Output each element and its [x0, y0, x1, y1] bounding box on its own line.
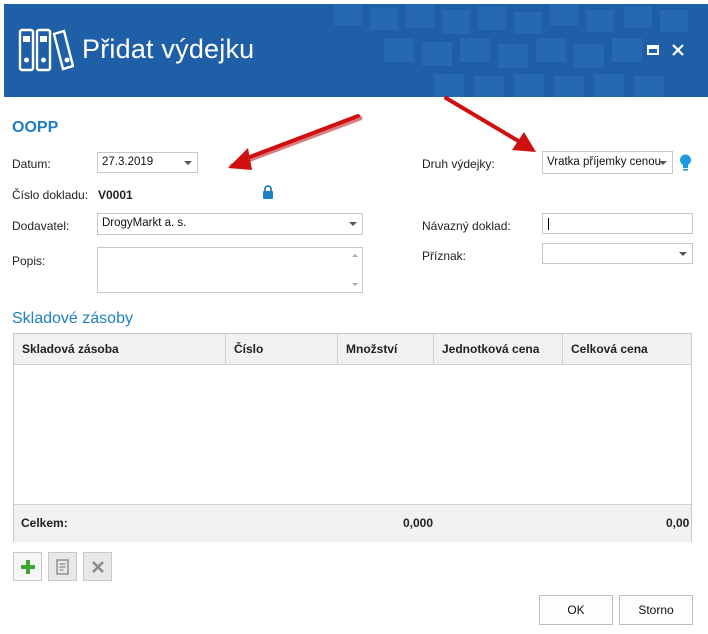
grid-body	[14, 364, 691, 504]
ok-button[interactable]: OK	[539, 595, 613, 625]
cislo-dokladu-value: V0001	[98, 188, 133, 202]
druh-vydejky-value: Vratka příjemky cenou	[547, 156, 661, 168]
delete-item-button[interactable]	[83, 552, 112, 581]
section-title: OOPP	[12, 119, 59, 136]
lock-icon	[263, 185, 273, 199]
lightbulb-icon[interactable]	[679, 154, 692, 172]
popis-textarea[interactable]	[97, 247, 363, 293]
close-icon[interactable]	[670, 42, 686, 58]
cancel-button[interactable]: Storno	[619, 595, 693, 625]
window-header: Přidat výdejku	[4, 4, 708, 97]
datum-field[interactable]: 27.3.2019	[97, 152, 198, 173]
window-title: Přidat výdejku	[82, 34, 255, 64]
delete-icon	[92, 561, 104, 573]
column-header-jednotkova-cena[interactable]: Jednotková cena	[434, 334, 563, 364]
navazny-doklad-input[interactable]	[542, 213, 693, 234]
total-label: Celkem:	[21, 516, 68, 530]
chevron-down-icon[interactable]	[349, 222, 357, 226]
chevron-down-icon[interactable]	[659, 161, 667, 165]
stock-section-title: Skladové zásoby	[12, 310, 133, 327]
stock-grid: Skladová zásoba Číslo Množství Jednotkov…	[13, 333, 692, 542]
navazny-doklad-label: Návazný doklad:	[422, 219, 511, 233]
price-total: 0,00	[666, 516, 690, 530]
maximize-icon[interactable]	[645, 42, 661, 58]
dodavatel-label: Dodavatel:	[12, 219, 70, 233]
add-item-button[interactable]	[13, 552, 42, 581]
chevron-down-icon[interactable]	[184, 161, 192, 165]
grid-header: Skladová zásoba Číslo Množství Jednotkov…	[14, 334, 691, 365]
binders-icon	[18, 28, 74, 72]
scroll-down-icon[interactable]	[352, 283, 358, 286]
annotation-arrow-right	[444, 96, 536, 152]
chevron-down-icon[interactable]	[679, 252, 687, 256]
grid-footer: Celkem: 0,000 0,00	[14, 504, 691, 542]
popis-label: Popis:	[12, 254, 46, 268]
datum-value: 27.3.2019	[102, 156, 154, 168]
priznak-field[interactable]	[542, 243, 693, 264]
datum-label: Datum:	[12, 157, 51, 171]
column-header-cislo[interactable]: Číslo	[226, 334, 338, 364]
scroll-up-icon[interactable]	[352, 254, 358, 257]
column-header-celkova-cena[interactable]: Celková cena	[563, 334, 691, 364]
dodavatel-value: DrogyMarkt a. s.	[102, 217, 187, 229]
edit-item-button[interactable]	[48, 552, 77, 581]
edit-icon	[56, 559, 69, 575]
druh-vydejky-label: Druh výdejky:	[422, 157, 495, 171]
add-icon	[21, 560, 35, 574]
priznak-label: Příznak:	[422, 249, 467, 263]
annotation-arrow-left	[228, 114, 363, 170]
column-header-skladova-zasoba[interactable]: Skladová zásoba	[14, 334, 226, 364]
druh-vydejky-field[interactable]: Vratka příjemky cenou	[542, 151, 673, 174]
quantity-total: 0,000	[403, 516, 434, 530]
column-header-mnozstvi[interactable]: Množství	[338, 334, 434, 364]
text-cursor	[548, 218, 549, 230]
dodavatel-field[interactable]: DrogyMarkt a. s.	[97, 213, 363, 235]
cislo-dokladu-label: Číslo dokladu:	[12, 188, 89, 202]
